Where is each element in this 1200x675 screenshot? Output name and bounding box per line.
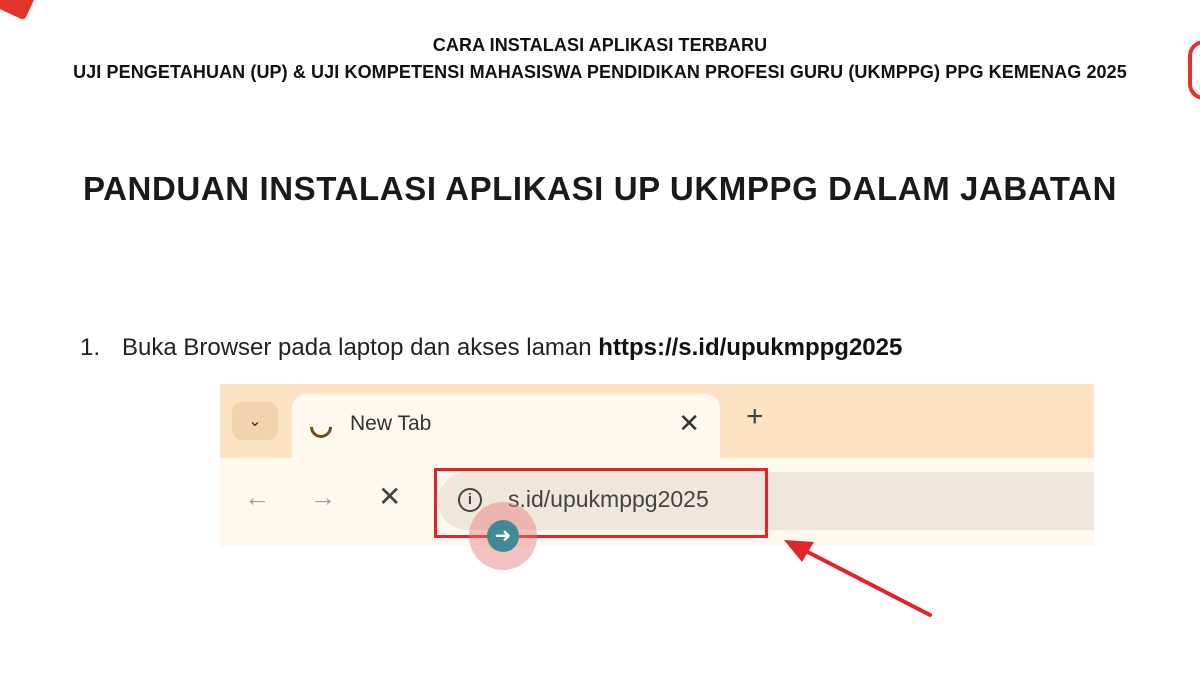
tab-search-button[interactable]: ⌄: [232, 402, 278, 440]
step-number: 1.: [80, 334, 101, 361]
step-url: https://s.id/upukmppg2025: [598, 334, 903, 361]
arrow-right-icon[interactable]: →: [310, 482, 336, 513]
loading-spinner-icon: [305, 411, 337, 443]
close-icon[interactable]: ✕: [678, 408, 700, 439]
browser-tab-new-tab[interactable]: New Tab ✕: [292, 394, 720, 458]
step-instruction: 1. Buka Browser pada laptop dan akses lam…: [80, 334, 902, 362]
plus-icon[interactable]: +: [746, 400, 764, 434]
step-text: Buka Browser pada laptop dan akses laman: [122, 334, 599, 361]
header-subtitle: UJI PENGETAHUAN (UP) & UJI KOMPETENSI MA…: [73, 62, 1127, 82]
arrow-left-icon[interactable]: ←: [244, 482, 270, 513]
document-title: PANDUAN INSTALASI APLIKASI UP UKMPPG DAL…: [82, 170, 1118, 207]
decorative-corner-shape: [0, 0, 36, 21]
header-title: CARA INSTALASI APLIKASI TERBARU: [432, 35, 768, 55]
stop-loading-icon[interactable]: ✕: [378, 480, 401, 513]
annotation-arrow: [784, 540, 932, 617]
cursor-arrow-icon: ➜: [487, 520, 519, 552]
chevron-down-icon: ⌄: [248, 413, 262, 430]
tab-title: New Tab: [350, 412, 432, 435]
browser-tab-bar: ⌄ New Tab ✕ +: [220, 384, 1094, 458]
